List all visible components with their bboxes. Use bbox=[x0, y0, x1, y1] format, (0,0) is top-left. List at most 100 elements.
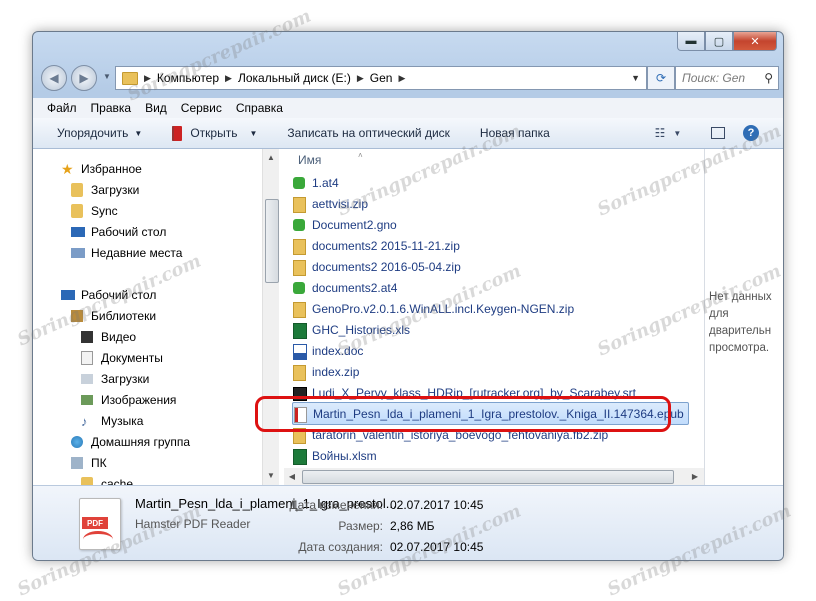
menu-edit[interactable]: Правка bbox=[91, 101, 132, 115]
chevron-down-icon: ▼ bbox=[673, 128, 682, 138]
file-row[interactable]: GHC_Histories.xls bbox=[292, 319, 410, 340]
scroll-right-icon[interactable]: ▶ bbox=[688, 469, 702, 484]
file-row[interactable]: documents2 2015-11-21.zip bbox=[292, 235, 460, 256]
breadcrumb-gen[interactable]: Gen bbox=[370, 71, 393, 85]
help-button[interactable]: ? bbox=[741, 124, 761, 142]
minimize-button[interactable]: ▬ bbox=[677, 32, 705, 51]
nav-item-desktop[interactable]: Рабочий стол bbox=[61, 284, 156, 305]
nav-label: Рабочий стол bbox=[81, 287, 157, 302]
file-row[interactable]: documents2 2016-05-04.zip bbox=[292, 256, 461, 277]
arrow-right-icon: ▶ bbox=[79, 71, 89, 85]
search-box[interactable]: Поиск: Gen ⚲ bbox=[675, 66, 779, 90]
folder-icon bbox=[122, 71, 138, 85]
file-row[interactable]: GenoPro.v2.0.1.6.WinALL.incl.Keygen-NGEN… bbox=[292, 298, 574, 319]
size-value: 2,86 МБ bbox=[390, 519, 435, 533]
organize-label: Упорядочить bbox=[57, 126, 129, 140]
breadcrumb-disk-e[interactable]: Локальный диск (E:) bbox=[238, 71, 351, 85]
pictures-icon bbox=[81, 394, 93, 405]
address-history-dropdown[interactable]: ▼ bbox=[631, 73, 640, 83]
chevron-right-icon[interactable]: ▶ bbox=[225, 73, 232, 84]
scroll-down-icon[interactable]: ▼ bbox=[264, 468, 278, 483]
hscroll-thumb[interactable] bbox=[302, 470, 674, 484]
file-name: GenoPro.v2.0.1.6.WinALL.incl.Keygen-NGEN… bbox=[312, 301, 575, 316]
preview-line: дварительн bbox=[709, 325, 772, 337]
file-row[interactable]: index.doc bbox=[292, 340, 363, 361]
modified-value: 02.07.2017 10:45 bbox=[390, 498, 484, 512]
chevron-right-icon[interactable]: ▶ bbox=[398, 73, 405, 84]
nav-item-downloads[interactable]: Загрузки bbox=[71, 179, 139, 200]
nav-item-downloads-lib[interactable]: Загрузки bbox=[81, 368, 149, 389]
burn-button[interactable]: Записать на оптический диск bbox=[287, 126, 450, 140]
nav-item-pictures[interactable]: Изображения bbox=[81, 389, 176, 410]
open-label: Открыть bbox=[190, 126, 238, 140]
file-row[interactable]: Войны.xlsm bbox=[292, 445, 377, 466]
scroll-up-icon[interactable]: ▲ bbox=[264, 150, 278, 165]
nav-item-libraries[interactable]: Библиотеки bbox=[71, 305, 156, 326]
address-bar[interactable]: ▶ Компьютер ▶ Локальный диск (E:) ▶ Gen … bbox=[115, 66, 647, 90]
file-name: index.zip bbox=[312, 364, 360, 379]
file-list: Имя ˄ 1.at4 aettvisi.zip Document2.gno do… bbox=[284, 149, 704, 485]
nav-label: Недавние места bbox=[91, 245, 183, 260]
nav-item-sync[interactable]: Sync bbox=[71, 200, 118, 221]
genopro-icon bbox=[292, 280, 306, 296]
burn-label: Записать на оптический диск bbox=[287, 126, 450, 140]
refresh-button[interactable]: ⟳ bbox=[647, 66, 675, 90]
nav-item-desktop-fav[interactable]: Рабочий стол bbox=[71, 221, 166, 242]
chevron-right-icon[interactable]: ▶ bbox=[144, 73, 151, 84]
recent-places-icon bbox=[71, 247, 85, 258]
recent-pages-dropdown[interactable]: ▼ bbox=[103, 72, 111, 81]
file-row[interactable]: documents2.at4 bbox=[292, 277, 397, 298]
file-list-hscrollbar[interactable]: ◀ ▶ bbox=[284, 468, 704, 485]
nav-label: Домашняя группа bbox=[91, 434, 191, 449]
nav-item-video[interactable]: Видео bbox=[81, 326, 136, 347]
details-app-name: Hamster PDF Reader bbox=[135, 517, 251, 531]
size-label: Размер: bbox=[338, 519, 383, 533]
menu-view[interactable]: Вид bbox=[145, 101, 167, 115]
pdf-badge: PDF bbox=[82, 517, 108, 529]
navigation-pane: ★ Избранное Загрузки Sync Рабочий стол Не… bbox=[33, 149, 262, 491]
preview-pane-button[interactable] bbox=[709, 124, 727, 142]
close-button[interactable]: ✕ bbox=[733, 32, 777, 51]
nav-item-documents[interactable]: Документы bbox=[81, 347, 163, 368]
back-button[interactable]: ◀ bbox=[41, 65, 67, 91]
file-row[interactable]: aettvisi.zip bbox=[292, 193, 368, 214]
nav-scrollbar[interactable]: ▲ ▼ bbox=[262, 149, 279, 485]
scroll-thumb[interactable] bbox=[265, 199, 279, 283]
breadcrumb-computer[interactable]: Компьютер bbox=[157, 71, 219, 85]
column-header-name[interactable]: Имя ˄ bbox=[298, 151, 363, 167]
view-options-button[interactable]: ☷ ▼ bbox=[653, 124, 683, 142]
chevron-right-icon[interactable]: ▶ bbox=[357, 73, 364, 84]
organize-button[interactable]: Упорядочить ▼ bbox=[57, 126, 142, 140]
nav-label: Загрузки bbox=[101, 371, 150, 386]
new-folder-button[interactable]: Новая папка bbox=[480, 126, 550, 140]
open-button[interactable]: Открыть ▼ bbox=[172, 125, 257, 141]
menu-tools[interactable]: Сервис bbox=[181, 101, 222, 115]
menu-help[interactable]: Справка bbox=[236, 101, 283, 115]
search-icon[interactable]: ⚲ bbox=[764, 71, 773, 85]
preview-pane-icon bbox=[711, 127, 725, 139]
preview-line: просмотра. bbox=[709, 342, 770, 354]
nav-item-homegroup[interactable]: Домашняя группа bbox=[71, 431, 190, 452]
maximize-button[interactable]: ▢ bbox=[705, 32, 733, 51]
nav-item-favorites[interactable]: ★ Избранное bbox=[61, 158, 142, 179]
documents-icon bbox=[81, 350, 93, 365]
nav-label: Видео bbox=[101, 329, 137, 344]
nav-label: Загрузки bbox=[91, 182, 140, 197]
file-row[interactable]: Document2.gno bbox=[292, 214, 397, 235]
content-area: ★ Избранное Загрузки Sync Рабочий стол Не… bbox=[33, 149, 783, 491]
nav-label: Sync bbox=[91, 203, 118, 218]
nav-item-pc[interactable]: ПК bbox=[71, 452, 107, 473]
scroll-left-icon[interactable]: ◀ bbox=[285, 469, 299, 484]
search-input[interactable]: Поиск: Gen bbox=[676, 71, 764, 85]
arrow-left-icon: ◀ bbox=[49, 71, 59, 85]
file-row[interactable]: 1.at4 bbox=[292, 172, 339, 193]
pdf-reader-icon bbox=[172, 125, 183, 141]
nav-label: Избранное bbox=[81, 161, 142, 176]
forward-button[interactable]: ▶ bbox=[71, 65, 97, 91]
nav-item-music[interactable]: ♪ Музыка bbox=[81, 410, 143, 431]
file-row[interactable]: index.zip bbox=[292, 361, 359, 382]
nav-item-recent[interactable]: Недавние места bbox=[71, 242, 182, 263]
pdf-file-icon: PDF bbox=[79, 498, 121, 550]
folder-icon bbox=[71, 203, 83, 218]
menu-file[interactable]: Файл bbox=[47, 101, 77, 115]
